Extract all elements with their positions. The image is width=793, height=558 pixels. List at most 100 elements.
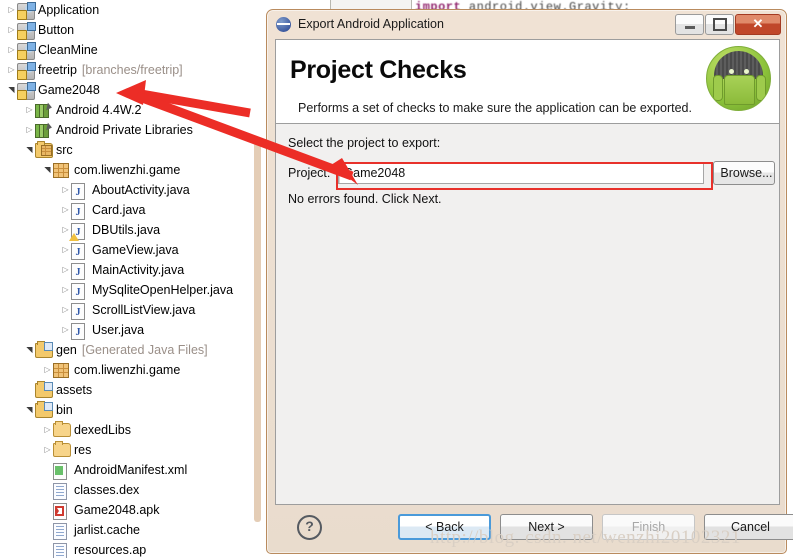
tree-row[interactable]: ▷ Application	[0, 0, 262, 20]
tree-row[interactable]: assets	[0, 380, 262, 400]
tree-row[interactable]: resources.ap	[0, 540, 262, 558]
tree-row-label: src	[56, 143, 73, 157]
tree-row-label: freetrip	[38, 63, 77, 77]
tree-collapse-icon[interactable]: ▷	[60, 320, 71, 340]
android-robot-icon	[706, 46, 771, 111]
tree-row[interactable]: jarlist.cache	[0, 520, 262, 540]
tree-row[interactable]: ▷ Android 4.4W.2	[0, 100, 262, 120]
select-project-label: Select the project to export:	[288, 136, 441, 150]
tree-collapse-icon[interactable]: ▷	[60, 180, 71, 200]
tree-collapse-icon[interactable]: ▷	[6, 40, 17, 60]
gen-folder-icon	[35, 401, 53, 418]
generic-file-icon-glyph	[53, 543, 67, 558]
tree-row[interactable]: ▷ ScrollListView.java	[0, 300, 262, 323]
tree-row[interactable]: ▷ dexedLibs	[0, 420, 262, 440]
java-file-icon-glyph	[71, 203, 85, 223]
tree-collapse-icon[interactable]: ▷	[42, 440, 53, 460]
apk-file-icon	[53, 502, 71, 520]
package-explorer-tree[interactable]: ▷ Application ▷ Button ▷ CleanMine ▷ freetrip [b…	[0, 0, 262, 558]
tree-row[interactable]: ◢ com.liwenzhi.game	[0, 160, 262, 180]
tree-collapse-icon[interactable]: ▷	[6, 20, 17, 40]
next-button[interactable]: Next >	[500, 514, 593, 540]
generic-file-icon	[53, 522, 71, 540]
tree-row[interactable]: ▷ GameView.java	[0, 240, 262, 263]
tree-collapse-icon[interactable]: ▷	[42, 420, 53, 440]
tree-row[interactable]: ◢ bin	[0, 400, 262, 420]
tree-row[interactable]: ▷ res	[0, 440, 262, 460]
tree-row[interactable]: classes.dex	[0, 480, 262, 500]
tree-scrollbar[interactable]	[253, 0, 262, 558]
tree-row-suffix: [branches/freetrip]	[81, 63, 183, 77]
tree-row[interactable]: ◢ Game2048	[0, 80, 262, 100]
dialog-titlebar[interactable]: Export Android Application ✕	[267, 10, 786, 38]
tree-row[interactable]: ▷ freetrip [branches/freetrip]	[0, 60, 262, 80]
tree-row[interactable]: ▷ MainActivity.java	[0, 260, 262, 283]
tree-row[interactable]: ▷ MySqliteOpenHelper.java	[0, 280, 262, 303]
tree-row-label: GameView.java	[92, 243, 179, 257]
folder-icon	[53, 441, 71, 458]
tree-row[interactable]: ▷ Button	[0, 20, 262, 40]
close-icon: ✕	[752, 16, 764, 31]
android-project-icon-glyph	[17, 82, 36, 100]
tree-collapse-icon[interactable]: ▷	[60, 240, 71, 260]
tree-row[interactable]: ◢ gen [Generated Java Files]	[0, 340, 262, 360]
tree-row-label: Button	[38, 23, 75, 37]
generic-file-icon-glyph	[53, 483, 67, 500]
tree-row-label: ScrollListView.java	[92, 303, 196, 317]
cancel-button[interactable]: Cancel	[704, 514, 793, 540]
minimize-icon	[676, 15, 703, 34]
java-file-warning-icon	[69, 222, 89, 243]
project-input[interactable]	[338, 162, 705, 184]
back-button[interactable]: < Back	[398, 514, 491, 540]
maximize-icon	[706, 15, 733, 34]
tree-row[interactable]: AndroidManifest.xml	[0, 460, 262, 480]
tree-row[interactable]: ▷ Android Private Libraries	[0, 120, 262, 140]
maximize-button[interactable]	[705, 13, 734, 35]
dialog-body-panel: Select the project to export: Project: B…	[275, 123, 780, 505]
apk-file-icon-glyph	[53, 503, 67, 520]
help-button[interactable]: ?	[297, 515, 322, 540]
tree-row-suffix: [Generated Java Files]	[81, 343, 208, 357]
minimize-button[interactable]	[675, 13, 704, 35]
tree-scrollbar-thumb[interactable]	[254, 142, 261, 522]
finish-button: Finish	[602, 514, 695, 540]
tree-row-label: Application	[38, 3, 100, 17]
java-file-icon-glyph	[71, 263, 85, 283]
close-button[interactable]: ✕	[735, 13, 781, 35]
package-icon-glyph	[53, 163, 69, 178]
tree-collapse-icon[interactable]: ▷	[24, 100, 35, 120]
tree-row[interactable]: ▷ Card.java	[0, 200, 262, 223]
page-subtitle: Performs a set of checks to make sure th…	[298, 101, 692, 115]
tree-collapse-icon[interactable]: ▷	[60, 280, 71, 300]
tree-row-label: jarlist.cache	[74, 523, 140, 537]
java-file-icon	[71, 202, 89, 223]
tree-collapse-icon[interactable]: ▷	[60, 260, 71, 280]
project-field-row: Project: Browse...	[288, 161, 776, 185]
tree-collapse-icon[interactable]: ▷	[6, 60, 17, 80]
tree-collapse-icon[interactable]: ▷	[60, 300, 71, 320]
tree-collapse-icon[interactable]: ▷	[42, 360, 53, 380]
tree-row-label: assets	[56, 383, 93, 397]
source-folder-icon	[35, 141, 53, 158]
tree-row-label: Android Private Libraries	[56, 123, 193, 137]
tree-row-label: AndroidManifest.xml	[74, 463, 188, 477]
browse-button[interactable]: Browse...	[713, 161, 776, 185]
tree-row[interactable]: ▷ AboutActivity.java	[0, 180, 262, 203]
tree-row[interactable]: ▷ com.liwenzhi.game	[0, 360, 262, 380]
tree-row[interactable]: ▷ User.java	[0, 320, 262, 343]
tree-row-label: gen	[56, 343, 77, 357]
dialog-footer: ? < Back Next > Finish Cancel	[275, 507, 793, 547]
tree-collapse-icon[interactable]: ▷	[24, 120, 35, 140]
tree-row[interactable]: ▷ CleanMine	[0, 40, 262, 60]
tree-row[interactable]: Game2048.apk	[0, 500, 262, 520]
page-title: Project Checks	[290, 56, 467, 84]
android-project-icon	[17, 2, 36, 20]
android-project-icon-glyph	[17, 22, 36, 40]
tree-collapse-icon[interactable]: ▷	[6, 0, 17, 20]
tree-row[interactable]: ▷DBUtils.java	[0, 220, 262, 243]
project-label: Project:	[288, 166, 331, 180]
java-file-icon-glyph	[71, 183, 85, 203]
gen-folder-icon	[35, 381, 53, 398]
tree-row[interactable]: ◢ src	[0, 140, 262, 160]
tree-collapse-icon[interactable]: ▷	[60, 200, 71, 220]
